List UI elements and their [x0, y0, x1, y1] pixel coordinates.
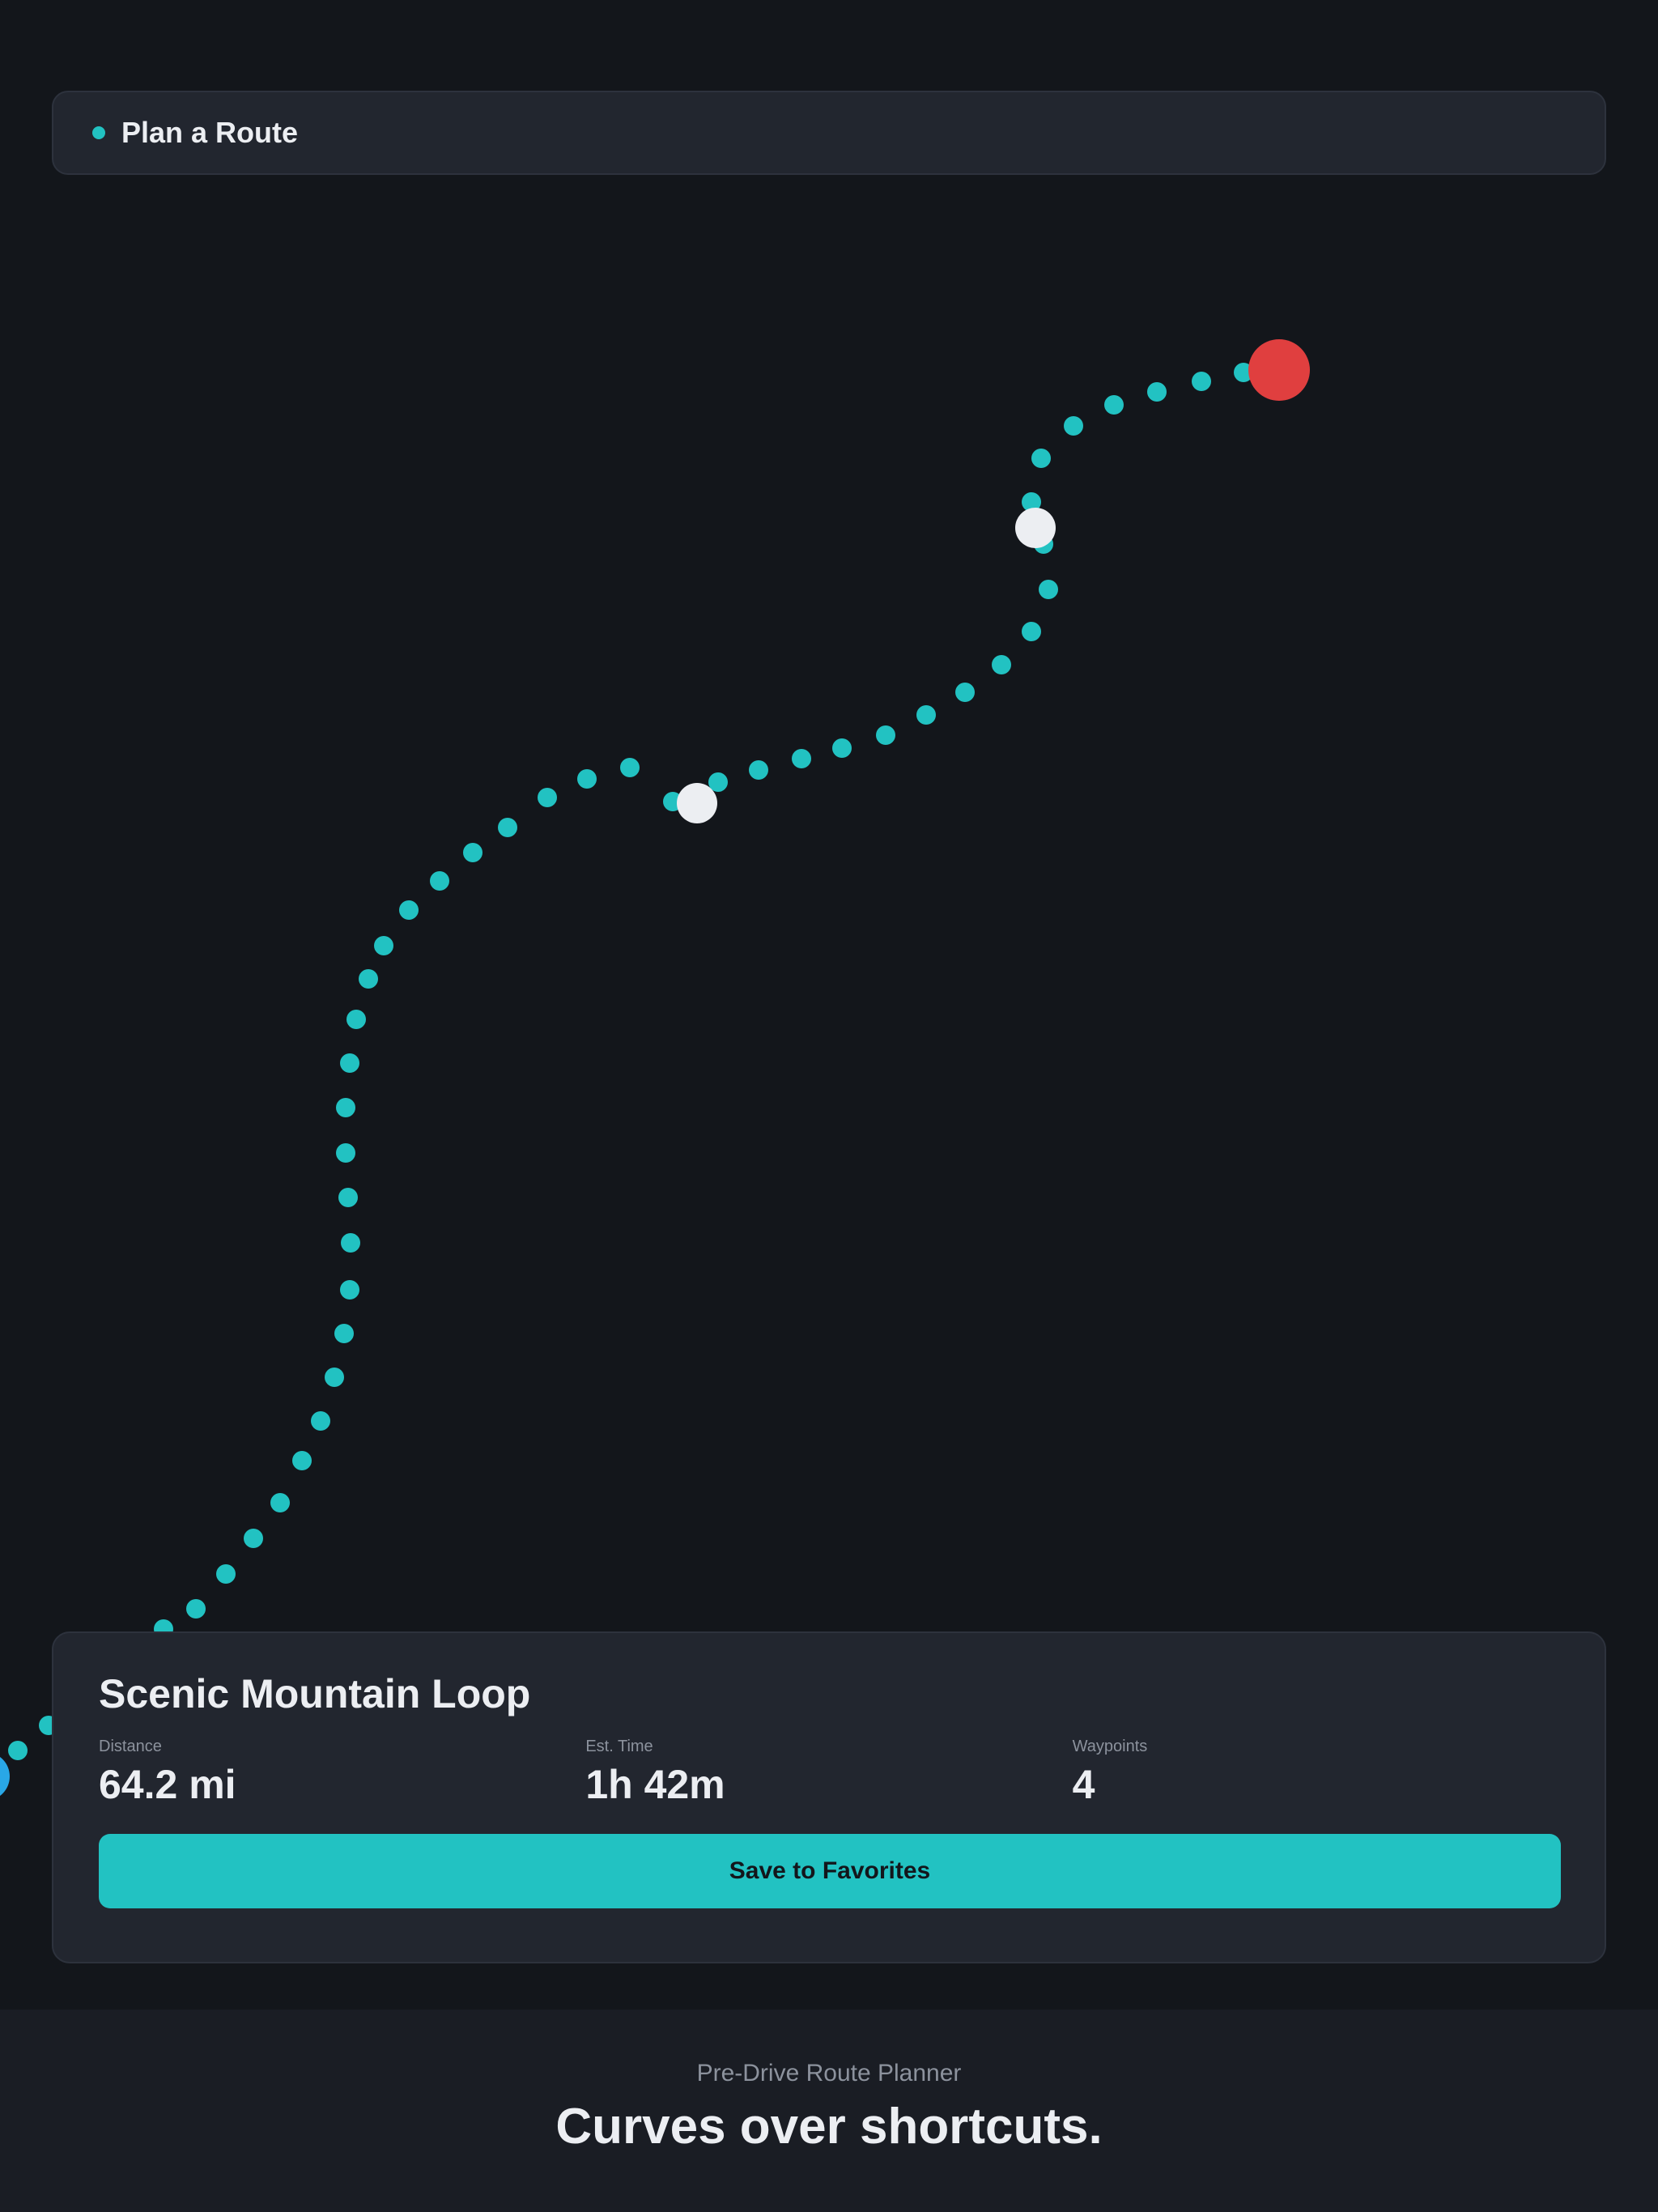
route-dot — [399, 900, 419, 920]
stat-value: 1h 42m — [585, 1762, 725, 1807]
route-dot — [1104, 395, 1124, 415]
route-dot — [430, 871, 449, 891]
stat-waypoints: Waypoints 4 — [1073, 1738, 1559, 1805]
route-dot — [292, 1451, 312, 1470]
route-dot — [346, 1010, 366, 1029]
route-dot — [270, 1493, 290, 1512]
route-dot — [325, 1368, 344, 1387]
route-dot — [1039, 580, 1058, 599]
route-dot — [336, 1098, 355, 1117]
route-dot — [749, 760, 768, 780]
status-dot-icon — [92, 126, 105, 139]
footer-eyebrow: Pre-Drive Route Planner — [696, 2060, 962, 2087]
start-pin[interactable] — [0, 1752, 10, 1801]
route-dot — [1147, 382, 1167, 402]
footer-tagline: Curves over shortcuts. — [555, 2099, 1103, 2155]
route-dot — [1022, 622, 1041, 641]
page-title: Plan a Route — [121, 116, 299, 149]
route-dot — [338, 1188, 358, 1207]
stat-time: Est. Time 1h 42m — [585, 1738, 1072, 1805]
save-to-favorites-button[interactable]: Save to Favorites — [99, 1834, 1561, 1908]
route-dot — [1064, 416, 1083, 436]
route-path — [8, 363, 1253, 1760]
route-dot — [8, 1741, 28, 1760]
route-dot — [216, 1564, 236, 1584]
route-dot — [916, 705, 936, 725]
route-dot — [992, 655, 1011, 674]
route-dot — [792, 749, 811, 768]
stat-value: 64.2 mi — [99, 1762, 236, 1807]
route-dot — [340, 1280, 359, 1300]
stat-label: Waypoints — [1072, 1738, 1148, 1755]
destination-pin[interactable] — [1248, 339, 1310, 401]
route-dot — [463, 843, 483, 862]
route-dot — [244, 1529, 263, 1548]
route-header: Plan a Route — [52, 91, 1606, 175]
route-dot — [577, 769, 597, 789]
route-dot — [876, 725, 895, 745]
route-dot — [334, 1324, 354, 1343]
route-dot — [374, 936, 393, 955]
route-summary-card: Scenic Mountain Loop Distance 64.2 mi Es… — [52, 1631, 1606, 1963]
waypoint-marker[interactable] — [677, 783, 717, 823]
route-dot — [186, 1599, 206, 1619]
route-dot — [1031, 449, 1051, 468]
route-dot — [1192, 372, 1211, 391]
route-dot — [359, 969, 378, 989]
footer: Pre-Drive Route Planner Curves over shor… — [0, 2010, 1658, 2212]
route-dot — [341, 1233, 360, 1253]
route-dot — [620, 758, 640, 777]
route-dot — [538, 788, 557, 807]
route-dot — [311, 1411, 330, 1431]
stat-distance: Distance 64.2 mi — [99, 1738, 585, 1805]
route-name: Scenic Mountain Loop — [99, 1671, 531, 1716]
route-dot — [955, 683, 975, 702]
route-dot — [832, 738, 852, 758]
waypoint-marker[interactable] — [1015, 508, 1056, 548]
route-stats: Distance 64.2 mi Est. Time 1h 42m Waypoi… — [99, 1738, 1559, 1805]
stat-label: Est. Time — [585, 1738, 653, 1755]
stat-value: 4 — [1072, 1762, 1095, 1807]
route-dot — [336, 1143, 355, 1163]
route-dot — [498, 818, 517, 837]
stat-label: Distance — [99, 1738, 162, 1755]
route-dot — [340, 1053, 359, 1073]
